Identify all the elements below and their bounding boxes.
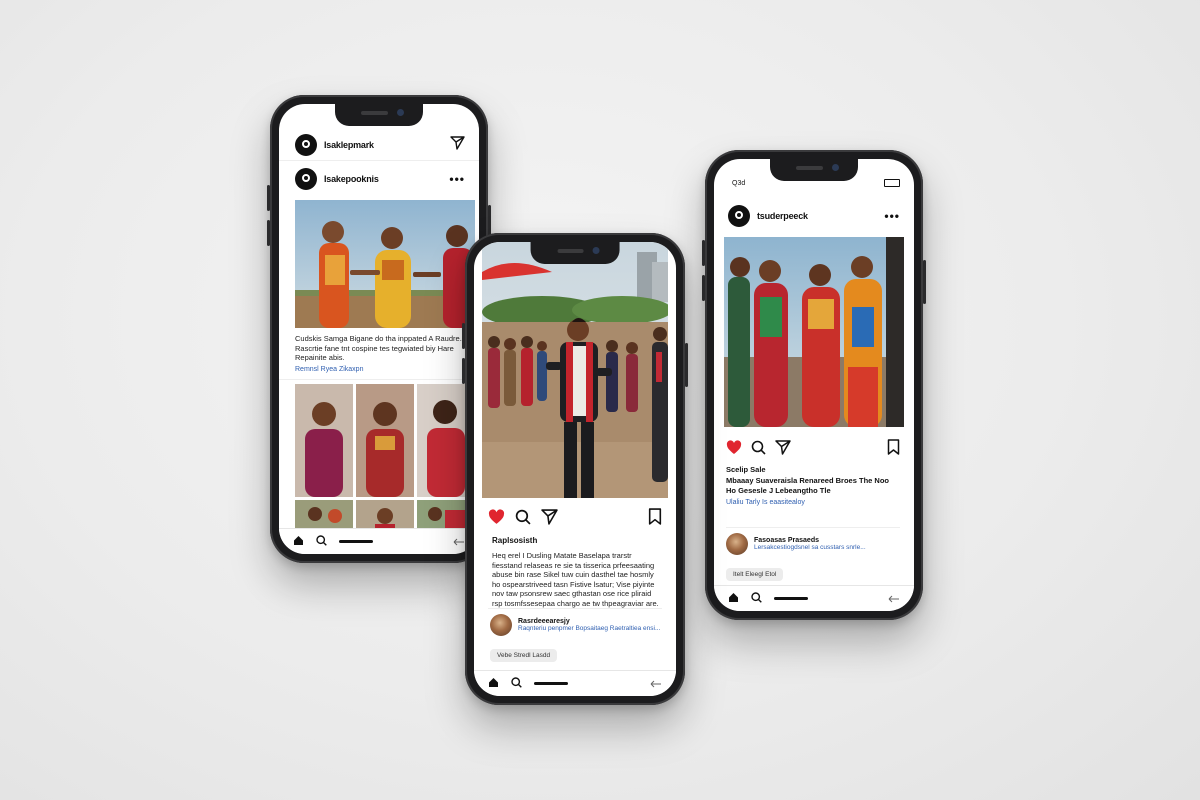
reply-chip[interactable]: Vebe Stredl Lasdd bbox=[490, 649, 558, 662]
divider bbox=[279, 160, 479, 161]
commenter-avatar[interactable] bbox=[490, 614, 512, 636]
post-username[interactable]: tsuderpeeck bbox=[757, 211, 808, 221]
home-icon[interactable] bbox=[293, 533, 304, 551]
battery-icon bbox=[884, 179, 900, 187]
heart-icon[interactable] bbox=[726, 439, 742, 455]
search-icon[interactable] bbox=[751, 590, 762, 608]
photo-grid bbox=[295, 384, 475, 534]
post-username[interactable]: Raplsosisth bbox=[492, 536, 662, 545]
more-icon[interactable]: ••• bbox=[449, 172, 465, 186]
back-icon[interactable] bbox=[650, 675, 662, 693]
search-icon[interactable] bbox=[515, 509, 531, 525]
bookmark-icon[interactable] bbox=[887, 439, 900, 455]
post-photo[interactable] bbox=[724, 237, 904, 427]
divider bbox=[726, 527, 900, 528]
post-caption: Heq erel I Dusling Matate Baselapa trars… bbox=[492, 551, 659, 608]
volume-button bbox=[267, 185, 270, 211]
search-icon[interactable] bbox=[751, 440, 766, 455]
post-username[interactable]: Isakepooknis bbox=[324, 174, 379, 184]
heart-icon[interactable] bbox=[488, 508, 505, 525]
volume-button bbox=[702, 240, 705, 266]
comment-text: Lersakcestiogdsnel sa cusstars snrle... bbox=[754, 544, 866, 551]
search-icon[interactable] bbox=[316, 533, 327, 551]
back-icon[interactable] bbox=[888, 590, 900, 608]
status-time: Q3d bbox=[732, 179, 746, 187]
post-details: Raplsosisth Heq erel I Dusling Matate Ba… bbox=[492, 536, 662, 608]
profile-avatar[interactable] bbox=[295, 134, 317, 156]
notch bbox=[530, 242, 620, 264]
more-icon[interactable]: ••• bbox=[884, 209, 900, 223]
send-icon[interactable] bbox=[450, 135, 465, 155]
bottom-nav bbox=[279, 528, 479, 554]
notch bbox=[770, 159, 858, 181]
post-caption: Mbaaay Suaveraisla Renareed Broes The No… bbox=[726, 476, 889, 495]
phone-right: Q3d tsuderpeeck ••• Scelip Sale Mbaaay S… bbox=[702, 150, 926, 620]
post-details: Scelip Sale Mbaaay Suaveraisla Renareed … bbox=[726, 465, 900, 506]
action-bar bbox=[726, 439, 900, 455]
power-button bbox=[923, 260, 926, 304]
post-header: Isakepooknis ••• bbox=[295, 168, 465, 190]
post-photo[interactable] bbox=[482, 242, 668, 498]
volume-button bbox=[462, 323, 465, 349]
send-icon[interactable] bbox=[775, 439, 791, 455]
post-avatar[interactable] bbox=[295, 168, 317, 190]
like-count: Scelip Sale bbox=[726, 465, 766, 474]
divider bbox=[488, 608, 662, 609]
screen: Isaklepmark Isakepooknis ••• Cudskis Sam… bbox=[279, 104, 479, 554]
send-icon[interactable] bbox=[541, 508, 558, 525]
post-photo[interactable] bbox=[295, 200, 475, 328]
post-header: tsuderpeeck ••• bbox=[728, 205, 900, 227]
volume-button bbox=[267, 220, 270, 246]
home-icon[interactable] bbox=[488, 675, 499, 693]
comment-row: Rasrdeeearesjy Raqnteriu penpmer Bopsait… bbox=[490, 614, 662, 636]
post-link[interactable]: Remnsl Ryea Zikaxpn bbox=[295, 366, 363, 373]
volume-button bbox=[702, 275, 705, 301]
action-bar bbox=[488, 508, 662, 525]
commenter-avatar[interactable] bbox=[726, 533, 748, 555]
screen: Q3d tsuderpeeck ••• Scelip Sale Mbaaay S… bbox=[714, 159, 914, 611]
comment-username[interactable]: Fasoasas Prasaeds bbox=[754, 537, 866, 544]
volume-button bbox=[462, 358, 465, 384]
home-indicator bbox=[774, 597, 808, 600]
phone-left: Isaklepmark Isakepooknis ••• Cudskis Sam… bbox=[267, 95, 491, 563]
comment-username[interactable]: Rasrdeeearesjy bbox=[518, 618, 660, 625]
header-username[interactable]: Isaklepmark bbox=[324, 140, 374, 150]
notch bbox=[335, 104, 423, 126]
comment-row: Fasoasas Prasaeds Lersakcestiogdsnel sa … bbox=[726, 533, 900, 555]
phone-center: Raplsosisth Heq erel I Dusling Matate Ba… bbox=[462, 233, 688, 705]
home-icon[interactable] bbox=[728, 590, 739, 608]
reply-chip[interactable]: Itelt Eleegl Etol bbox=[726, 568, 784, 581]
power-button bbox=[685, 343, 688, 387]
divider bbox=[279, 379, 479, 380]
app-header: Isaklepmark bbox=[295, 134, 465, 156]
bottom-nav bbox=[714, 585, 914, 611]
post-avatar[interactable] bbox=[728, 205, 750, 227]
bottom-nav bbox=[474, 670, 676, 696]
post-caption: Cudskis Samga Bigane do tha inppated A R… bbox=[295, 334, 462, 362]
home-indicator bbox=[534, 682, 568, 685]
post-link[interactable]: Ulaliu Tarly Is eaasitealoy bbox=[726, 499, 900, 506]
bookmark-icon[interactable] bbox=[648, 508, 662, 525]
back-icon[interactable] bbox=[453, 533, 465, 551]
screen: Raplsosisth Heq erel I Dusling Matate Ba… bbox=[474, 242, 676, 696]
search-icon[interactable] bbox=[511, 675, 522, 693]
comment-text: Raqnteriu penpmer Bopsaitaeg Raetraltiea… bbox=[518, 625, 661, 632]
home-indicator bbox=[339, 540, 373, 543]
